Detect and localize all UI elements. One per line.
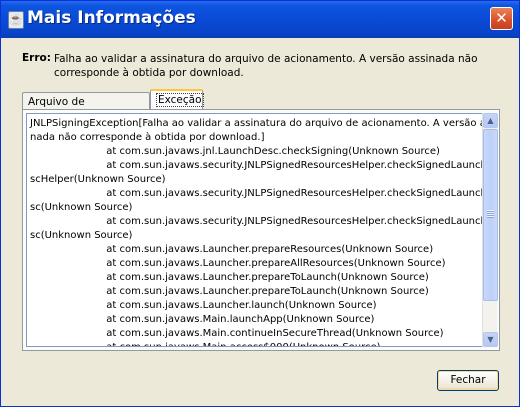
vertical-scrollbar[interactable]: ▲ ▼ (482, 113, 498, 347)
error-message-line: Falha ao validar a assinatura do arquivo… (54, 53, 478, 65)
scroll-down-button[interactable]: ▼ (483, 332, 498, 347)
close-dialog-button[interactable]: Fechar (437, 370, 499, 391)
trace-line: at com.sun.javaws.security.JNLPSignedRes… (30, 216, 484, 227)
trace-line: at com.sun.javaws.jnl.LaunchDesc.checkSi… (30, 146, 440, 157)
down-arrow-icon: ▼ (487, 335, 494, 344)
up-arrow-icon: ▲ (487, 116, 494, 125)
scroll-up-button[interactable]: ▲ (483, 113, 498, 128)
trace-line: at com.sun.javaws.Main.access$000(Unknow… (27, 341, 483, 346)
trace-line: at com.sun.javaws.Main.continueInSecureT… (30, 328, 444, 339)
scroll-thumb[interactable] (483, 129, 498, 301)
trace-line: at com.sun.javaws.Launcher.prepareResour… (30, 244, 434, 255)
close-icon: ✕ (495, 9, 508, 27)
trace-line: at com.sun.javaws.Launcher.prepareToLaun… (30, 272, 429, 283)
tab-launch-file[interactable]: Arquivo de Acionamento (22, 92, 150, 126)
trace-line: at com.sun.javaws.Main.launchApp(Unknown… (30, 314, 375, 325)
title-bar[interactable]: ☕ Mais Informações ✕ (1, 1, 519, 38)
tab-exception[interactable]: Exceção (150, 89, 204, 110)
dialog-window: ☕ Mais Informações ✕ Erro: Falha ao vali… (0, 0, 520, 407)
trace-line: nada não corresponde à obtida por downlo… (30, 132, 265, 143)
trace-line: sc(Unknown Source) (30, 202, 133, 213)
tab-label: Exceção (156, 93, 204, 107)
grip-icon (487, 210, 494, 218)
tab-panel: JNLPSigningException[Falha ao validar a … (22, 109, 500, 351)
window-close-button[interactable]: ✕ (490, 7, 513, 30)
trace-line: at com.sun.javaws.Launcher.prepareToLaun… (30, 286, 429, 297)
window-title: Mais Informações (27, 8, 196, 28)
trace-line: at com.sun.javaws.security.JNLPSignedRes… (30, 188, 484, 199)
error-label: Erro: (22, 52, 51, 64)
java-app-icon: ☕ (8, 11, 24, 29)
trace-line: sc(Unknown Source) (30, 230, 133, 241)
trace-line: at com.sun.javaws.Launcher.prepareAllRes… (30, 258, 446, 269)
trace-line: JNLPSigningException[Falha ao validar a … (30, 118, 484, 129)
trace-line: at com.sun.javaws.security.JNLPSignedRes… (30, 160, 484, 171)
error-message-line: corresponde à obtida por download. (54, 67, 244, 79)
trace-line: at com.sun.javaws.Launcher.launch(Unknow… (30, 300, 377, 311)
error-message: Falha ao validar a assinatura do arquivo… (54, 52, 494, 80)
trace-line: scHelper(Unknown Source) (30, 174, 166, 185)
exception-text-area[interactable]: JNLPSigningException[Falha ao validar a … (26, 113, 484, 347)
